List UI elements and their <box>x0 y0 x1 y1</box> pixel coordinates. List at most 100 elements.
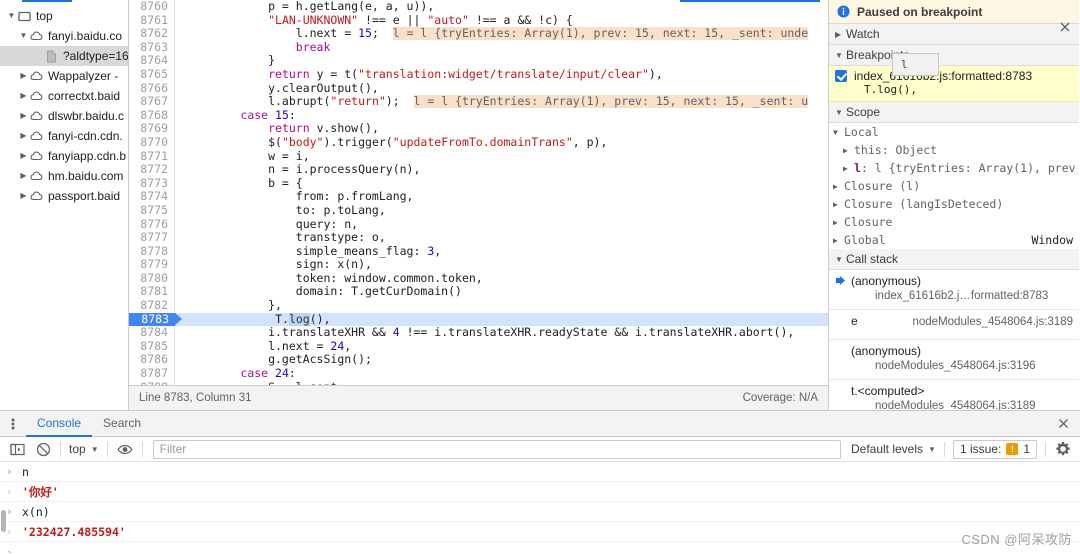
scrollbar-thumb[interactable] <box>1 510 6 532</box>
code-line[interactable]: 8769 return v.show(), <box>129 122 828 136</box>
code-line[interactable]: 8766 y.clearOutput(), <box>129 81 828 96</box>
line-number[interactable]: 8770 <box>129 135 175 150</box>
tree-item[interactable]: ▶ correctxt.baid <box>0 86 128 106</box>
breakpoint-list-item[interactable]: index_61616b2.js:formatted:8783 T.log(), <box>829 66 1079 102</box>
line-number[interactable]: 8774 <box>129 190 175 204</box>
line-number[interactable]: 8766 <box>129 81 175 96</box>
code-line[interactable]: 8771 w = i, <box>129 149 828 164</box>
breakpoint-checkbox[interactable] <box>835 70 847 82</box>
code-editor[interactable]: 8760 p = h.getLang(e, a, u)), 8761 "LAN-U… <box>129 0 829 410</box>
chevron-right-icon[interactable]: ▶ <box>833 182 844 191</box>
chevron-down-icon[interactable]: ▼ <box>6 6 17 26</box>
code-line[interactable]: 8787 case 24: <box>129 366 828 381</box>
scope-row[interactable]: ▶ this: Object <box>829 141 1079 159</box>
line-number[interactable]: 8763 <box>129 40 175 55</box>
line-number[interactable]: 8773 <box>129 176 175 191</box>
section-scope[interactable]: ▼ Scope <box>829 102 1079 123</box>
line-number[interactable]: 8769 <box>129 122 175 136</box>
call-stack-frame[interactable]: e nodeModules_4548064.js:3189 <box>829 310 1079 340</box>
line-number[interactable]: 8772 <box>129 163 175 177</box>
call-stack-list[interactable]: (anonymous) index_61616b2.j…formatted:878… <box>829 270 1079 410</box>
line-number[interactable]: 8771 <box>129 149 175 164</box>
code-line[interactable]: 8768 case 15: <box>129 108 828 123</box>
scope-row[interactable]: ▶ l: l {tryEntries: Array(1), prev <box>829 159 1079 177</box>
chevron-right-icon[interactable]: ▶ <box>18 146 29 166</box>
scope-row[interactable]: ▶ Closure <box>829 213 1079 231</box>
section-call-stack[interactable]: ▼ Call stack <box>829 249 1079 270</box>
log-levels-selector[interactable]: Default levels ▼ <box>847 442 940 456</box>
chevron-right-icon[interactable]: ▶ <box>18 86 29 106</box>
code-line[interactable]: 8760 p = h.getLang(e, a, u)), <box>129 0 828 14</box>
console-context-selector[interactable]: top ▼ <box>65 442 103 456</box>
code-line-active[interactable]: 8783 T.log(), <box>129 312 828 327</box>
line-number[interactable]: 8786 <box>129 353 175 368</box>
issues-button[interactable]: 1 issue: ! 1 <box>952 439 1037 459</box>
chevron-right-icon[interactable]: ▶ <box>833 236 844 245</box>
chevron-down-icon[interactable]: ▼ <box>18 26 29 46</box>
tree-item[interactable]: ▶ fanyi-cdn.cdn. <box>0 126 128 146</box>
line-number[interactable]: 8775 <box>129 203 175 218</box>
line-number[interactable]: 8761 <box>129 13 175 28</box>
code-line[interactable]: 8781 domain: T.getCurDomain() <box>129 285 828 300</box>
line-number[interactable]: 8779 <box>129 258 175 272</box>
chevron-right-icon[interactable]: ▶ <box>18 186 29 206</box>
clear-console-icon[interactable] <box>30 437 56 462</box>
call-stack-frame[interactable]: (anonymous) nodeModules_4548064.js:3196 <box>829 340 1079 380</box>
line-number[interactable]: 8764 <box>129 54 175 68</box>
code-line[interactable]: 8764 } <box>129 54 828 68</box>
chevron-right-icon[interactable]: ▶ <box>843 164 854 173</box>
chevron-right-icon[interactable]: ▶ <box>18 66 29 86</box>
file-navigator[interactable]: ▼ top ▼ fanyi.baidu.co ?aldtype=16 ▶ Wappalyze… <box>0 0 129 410</box>
close-icon[interactable] <box>1058 20 1072 34</box>
line-number[interactable]: 8784 <box>129 326 175 340</box>
code-line[interactable]: 8779 sign: x(n), <box>129 258 828 272</box>
scope-row[interactable]: ▼ Local <box>829 123 1079 141</box>
code-line[interactable]: 8775 to: p.toLang, <box>129 203 828 218</box>
code-line[interactable]: 8770 $("body").trigger("updateFromTo.dom… <box>129 135 828 150</box>
close-icon[interactable] <box>1057 417 1070 430</box>
section-breakpoints[interactable]: ▼ Breakpoints <box>829 45 1079 66</box>
line-number[interactable]: 8765 <box>129 67 175 82</box>
code-line[interactable]: 8785 l.next = 24, <box>129 339 828 354</box>
code-line[interactable]: 8778 simple_means_flag: 3, <box>129 244 828 259</box>
line-number[interactable]: 8767 <box>129 95 175 109</box>
chevron-right-icon[interactable]: ▶ <box>18 126 29 146</box>
code-line[interactable]: 8763 break <box>129 40 828 55</box>
console-scrollbar[interactable] <box>0 462 8 553</box>
line-number[interactable]: 8777 <box>129 230 175 245</box>
console-filter-input[interactable]: Filter <box>152 439 841 459</box>
more-options-icon[interactable] <box>0 417 26 431</box>
chevron-right-icon[interactable]: ▶ <box>18 166 29 186</box>
chevron-right-icon[interactable]: ▶ <box>843 146 854 155</box>
scope-row[interactable]: ▶ Closure (l) <box>829 177 1079 195</box>
tree-item[interactable]: ▶ dlswbr.baidu.c <box>0 106 128 126</box>
line-number[interactable]: 8781 <box>129 285 175 300</box>
chevron-right-icon[interactable]: ▶ <box>18 106 29 126</box>
line-number[interactable]: 8787 <box>129 366 175 381</box>
tree-item[interactable]: ▼ fanyi.baidu.co <box>0 26 128 46</box>
line-number[interactable]: 8768 <box>129 108 175 123</box>
section-watch[interactable]: ▶ Watch <box>829 24 1079 45</box>
code-line[interactable]: 8776 query: n, <box>129 217 828 232</box>
code-line[interactable]: 8782 }, <box>129 298 828 313</box>
code-line[interactable]: 8780 token: window.common.token, <box>129 271 828 286</box>
code-line[interactable]: 8761 "LAN-UNKNOWN" !== e || "auto" !== a… <box>129 13 828 28</box>
code-lines[interactable]: 8760 p = h.getLang(e, a, u)), 8761 "LAN-U… <box>129 0 828 385</box>
file-tree[interactable]: ▼ top ▼ fanyi.baidu.co ?aldtype=16 ▶ Wappalyze… <box>0 6 128 206</box>
line-number[interactable]: 8780 <box>129 271 175 286</box>
line-number[interactable]: 8782 <box>129 298 175 313</box>
code-line[interactable]: 8786 g.getAcsSign(); <box>129 353 828 368</box>
scope-row[interactable]: ▶ Closure (langIsDeteced) <box>829 195 1079 213</box>
chevron-down-icon[interactable]: ▼ <box>833 128 844 137</box>
code-line[interactable]: 8762 l.next = 15; l = l {tryEntries: Arr… <box>129 27 828 41</box>
code-line[interactable]: 8772 n = i.processQuery(n), <box>129 163 828 177</box>
line-number[interactable]: 8783 <box>129 312 182 327</box>
tree-item[interactable]: ▶ fanyiapp.cdn.b <box>0 146 128 166</box>
line-number[interactable]: 8776 <box>129 217 175 232</box>
line-number[interactable]: 8762 <box>129 27 175 41</box>
tree-item[interactable]: ?aldtype=16 <box>0 46 128 66</box>
code-line[interactable]: 8765 return y = t("translation:widget/tr… <box>129 67 828 82</box>
code-line[interactable]: 8784 i.translateXHR && 4 !== i.translate… <box>129 326 828 340</box>
live-expression-icon[interactable] <box>112 437 138 462</box>
code-line[interactable]: 8773 b = { <box>129 176 828 191</box>
